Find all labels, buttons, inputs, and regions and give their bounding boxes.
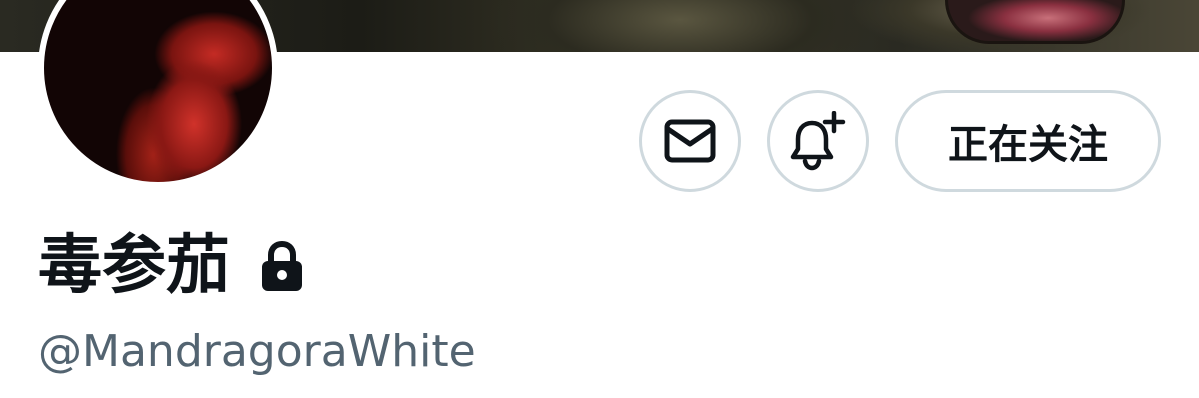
notifications-button[interactable]: [767, 90, 869, 192]
name-row: 毒参茄: [38, 228, 304, 304]
display-name: 毒参茄: [38, 229, 230, 303]
banner-image-detail: [945, 0, 1125, 44]
bell-plus-icon: [790, 111, 846, 171]
following-button[interactable]: 正在关注: [895, 90, 1161, 192]
profile-actions: 正在关注: [639, 90, 1161, 192]
lock-icon: [262, 240, 302, 291]
profile-header: 正在关注 毒参茄 @MandragoraWhite: [0, 0, 1199, 398]
envelope-icon: [664, 119, 716, 163]
avatar[interactable]: [38, 0, 278, 188]
message-button[interactable]: [639, 90, 741, 192]
user-handle: @MandragoraWhite: [38, 326, 476, 377]
